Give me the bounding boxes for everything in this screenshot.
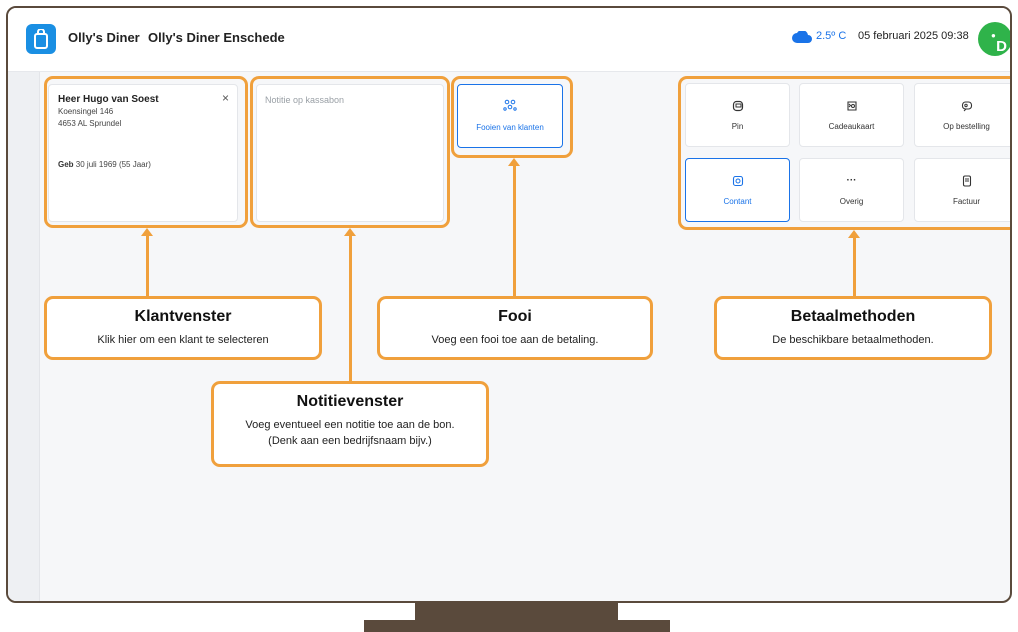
- callout-title: Notitievenster: [296, 393, 404, 410]
- monitor-screen: Olly's Diner Olly's Diner Enschede 2.5º …: [6, 6, 1012, 603]
- location-name[interactable]: Olly's Diner Enschede: [148, 30, 285, 45]
- line-customer: [146, 236, 149, 297]
- app-logo-icon[interactable]: [26, 24, 56, 54]
- line-payment: [853, 238, 856, 297]
- highlight-customer: [44, 76, 248, 228]
- callout-description: Voeg een fooi toe aan de betaling.: [431, 334, 599, 346]
- callout-description: De beschikbare betaalmethoden.: [772, 334, 934, 346]
- callout-title: Fooi: [498, 308, 532, 325]
- arrow-customer: [141, 228, 153, 236]
- highlight-payment: [678, 76, 1010, 230]
- callout-tip: Fooi Voeg een fooi toe aan de betaling.: [377, 296, 653, 360]
- callout-note: Notitievenster Voeg eventueel een notiti…: [211, 381, 489, 467]
- callout-title: Klantvenster: [134, 308, 232, 325]
- lock-icon: ●: [991, 31, 996, 40]
- callout-payment: Betaalmethoden De beschikbare betaalmeth…: [714, 296, 992, 360]
- highlight-note: [250, 76, 450, 228]
- callout-title: Betaalmethoden: [790, 308, 916, 325]
- user-avatar[interactable]: ● D: [978, 22, 1010, 56]
- callout-description: Voeg eventueel een notitie toe aan de bo…: [245, 419, 455, 447]
- callout-description: Klik hier om een klant te selecteren: [97, 334, 269, 346]
- date-time: 05 februari 2025 09:38: [858, 30, 969, 42]
- monitor-stand-base: [364, 620, 670, 632]
- arrow-note: [344, 228, 356, 236]
- weather-cloud-icon: [792, 30, 812, 48]
- arrow-tip: [508, 158, 520, 166]
- line-note: [349, 236, 352, 382]
- temperature: 2.5º C: [816, 30, 847, 42]
- highlight-tip: [451, 76, 573, 158]
- line-tip: [513, 166, 516, 297]
- top-bar: Olly's Diner Olly's Diner Enschede 2.5º …: [8, 8, 1010, 72]
- arrow-payment: [848, 230, 860, 238]
- monitor-stand-neck: [415, 603, 618, 620]
- avatar-initial: D: [996, 38, 1007, 55]
- callout-customer: Klantvenster Klik hier om een klant te s…: [44, 296, 322, 360]
- app-name: Olly's Diner: [68, 30, 140, 45]
- left-sidebar: [8, 72, 40, 601]
